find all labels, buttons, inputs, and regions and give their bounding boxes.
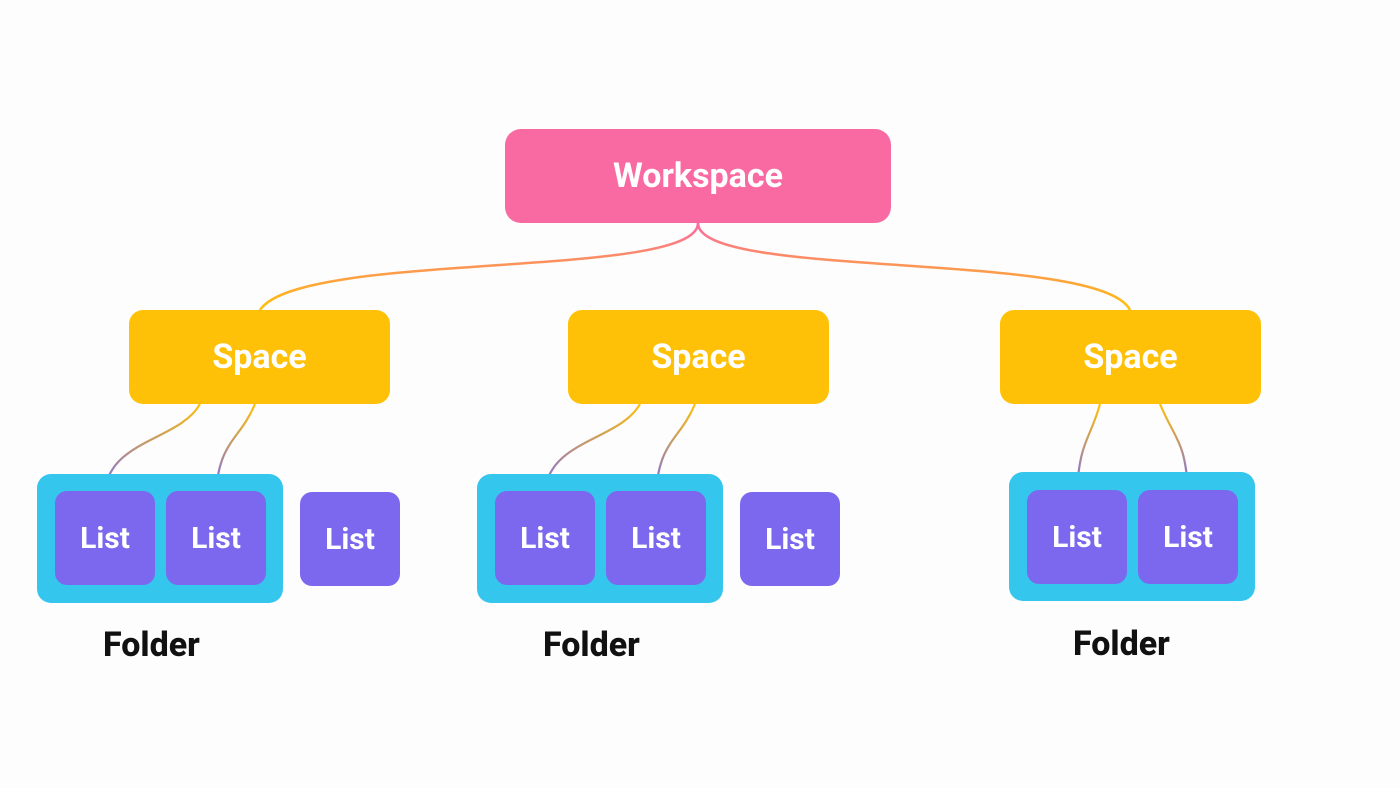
list-node: List bbox=[606, 491, 706, 585]
space-node-3: Space bbox=[1000, 310, 1261, 404]
workspace-node: Workspace bbox=[505, 129, 891, 223]
folder-label-3: Folder bbox=[1073, 624, 1170, 664]
list-node: List bbox=[495, 491, 595, 585]
list-node: List bbox=[166, 491, 266, 585]
hierarchy-diagram: Workspace Space Space Space List List Li… bbox=[0, 0, 1400, 788]
folder-label-2: Folder bbox=[543, 625, 640, 665]
list-node: List bbox=[1027, 490, 1127, 584]
list-node: List bbox=[740, 492, 840, 586]
space-node-2: Space bbox=[568, 310, 829, 404]
folder-label-1: Folder bbox=[103, 625, 200, 665]
space-node-1: Space bbox=[129, 310, 390, 404]
list-node: List bbox=[55, 491, 155, 585]
list-node: List bbox=[1138, 490, 1238, 584]
list-node: List bbox=[300, 492, 400, 586]
